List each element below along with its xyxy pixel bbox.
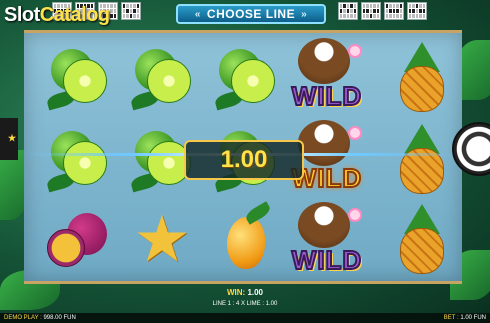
symbol-passion-fruit [38, 199, 118, 279]
win-display: WIN: 1.00 [0, 288, 490, 297]
symbol-wild: WILD [282, 199, 372, 279]
win-label: WIN: [226, 288, 246, 297]
double-chevron-left-icon: « [194, 8, 201, 20]
symbol-pineapple [380, 119, 460, 199]
win-value: 1.00 [247, 288, 264, 297]
demo-play-label: DEMO PLAY : [4, 315, 42, 321]
choose-line-button[interactable]: « CHOOSE LINE » [176, 4, 326, 24]
payline-indicator[interactable] [384, 2, 404, 20]
symbol-star-fruit: ★ [133, 203, 191, 275]
symbol-pineapple [380, 199, 460, 279]
status-bar: DEMO PLAY : 998.00 FUN BET : 1.00 FUN [0, 313, 490, 323]
payline-indicator[interactable] [361, 2, 381, 20]
bet-display: BET : 1.00 FUN [444, 315, 486, 321]
payline-indicator[interactable] [407, 2, 427, 20]
watermark-logo: SlotCatalog [4, 4, 110, 26]
payline-indicator[interactable] [338, 2, 358, 20]
payline-indicator[interactable] [121, 2, 141, 20]
game-scene: ★ « CHOOSE LINE » SlotCatalog ★ WILD WIL… [0, 0, 490, 323]
line-win-info: LINE 1 : 4 X LIME : 1.00 [212, 301, 278, 307]
symbol-mango [206, 199, 286, 279]
reel-1 [38, 33, 118, 281]
win-amount-popup: 1.00 [184, 140, 304, 180]
bet-value: 1.00 FUN [460, 315, 486, 321]
win-amount-value: 1.00 [220, 146, 268, 173]
symbol-pineapple [380, 37, 460, 117]
balance-display: DEMO PLAY : 998.00 FUN [4, 315, 76, 321]
symbol-lime [122, 37, 202, 117]
demo-play-value: 998.00 FUN [43, 315, 76, 321]
bet-label: BET : [443, 315, 459, 321]
payline-indicators-right[interactable] [338, 2, 427, 20]
symbol-lime [38, 37, 118, 117]
reel-5 [380, 33, 460, 281]
symbol-lime [206, 37, 286, 117]
symbol-wild: WILD [282, 35, 372, 115]
side-feature-tab[interactable]: ★ [0, 118, 18, 160]
choose-line-label: CHOOSE LINE [206, 7, 296, 21]
symbol-lime [38, 119, 118, 199]
double-chevron-right-icon: » [301, 8, 308, 20]
